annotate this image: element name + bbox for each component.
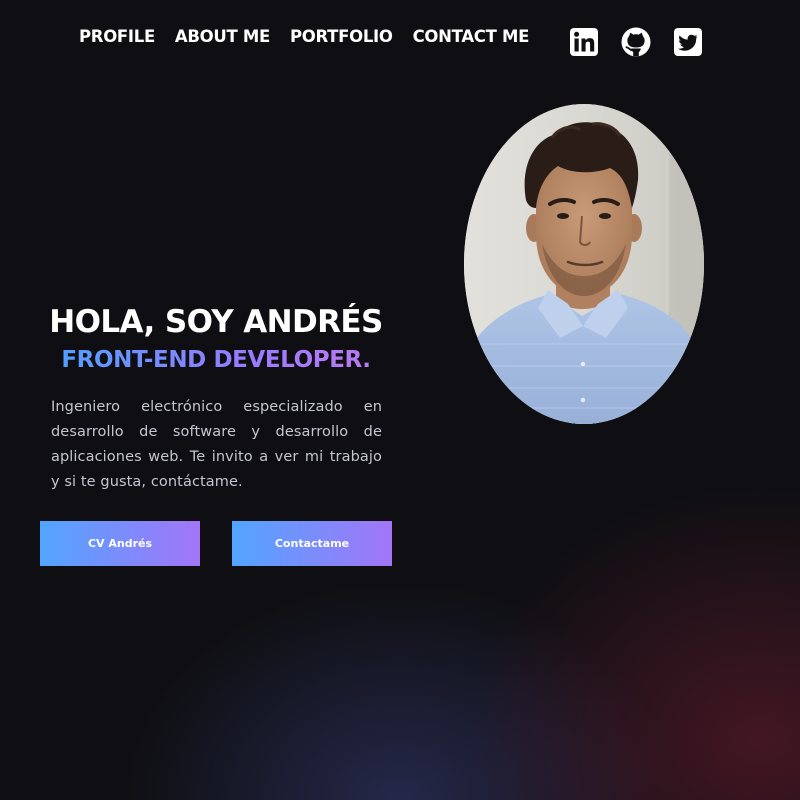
profile-photo	[464, 104, 704, 424]
linkedin-icon[interactable]	[569, 27, 599, 57]
nav-item-profile[interactable]: PROFILE	[79, 26, 155, 48]
cv-button[interactable]: CV Andrés	[40, 521, 200, 566]
main-nav: PROFILE ABOUT ME PORTFOLIO CONTACT ME	[79, 26, 529, 48]
hero-subtitle: FRONT-END DEVELOPER.	[40, 347, 392, 373]
hero-description: Ingeniero electrónico especializado en d…	[51, 399, 382, 490]
nav-item-portfolio[interactable]: PORTFOLIO	[290, 26, 393, 48]
contact-button[interactable]: Contactame	[232, 521, 392, 566]
hero-title: HOLA, SOY ANDRÉS	[49, 304, 383, 340]
nav-item-about-me[interactable]: ABOUT ME	[175, 26, 270, 48]
github-icon[interactable]	[621, 27, 651, 57]
twitter-icon[interactable]	[673, 27, 703, 57]
nav-item-contact-me[interactable]: CONTACT ME	[413, 26, 530, 48]
social-links	[569, 27, 703, 57]
